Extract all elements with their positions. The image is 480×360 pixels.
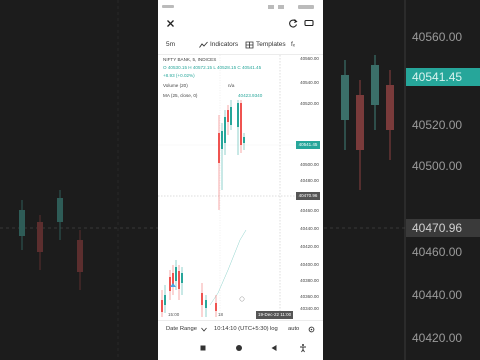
accessibility-icon[interactable] [298,343,308,353]
price-label: 40400.00 [300,262,319,267]
price-label: 40500.00 [300,162,319,167]
bg-crosshair-price-tag: 40470.96 [406,219,480,237]
auto-toggle[interactable]: auto [288,321,299,338]
indicators-button[interactable]: Indicators [210,40,238,50]
bg-price-label: 40520.00 [412,118,463,132]
app-bar [158,12,323,36]
legend-change: +8.93 (+0.02%) [163,73,195,78]
bg-price-label: 40420.00 [412,331,463,345]
templates-icon[interactable] [245,41,254,49]
price-label: 40460.00 [300,208,319,213]
chevron-down-icon[interactable] [201,327,207,332]
price-axis[interactable]: 40560.00 40540.00 40520.00 40541.45 4050… [296,55,323,317]
back-icon[interactable] [269,343,279,353]
phone-screen: 5m Indicators Templates fₓ NIFTY BANK, 5… [158,0,323,360]
refresh-icon[interactable] [288,18,298,28]
time-label: 15:00 [168,312,180,317]
price-label: 40480.00 [300,178,319,183]
price-label: 40360.00 [300,294,319,299]
fullscreen-icon[interactable] [304,18,314,28]
price-label: 40560.00 [300,56,319,61]
price-label: 40540.00 [300,80,319,85]
crosshair-price-tag: 40470.96 [296,192,320,200]
time-label: 18 [218,312,224,317]
legend-ohlc: O 40530.15 H 40572.15 L 40528.15 C 40541… [163,65,262,70]
cursor-icon [239,296,245,302]
price-label: 40420.00 [300,244,319,249]
status-bar [158,0,323,12]
upper-candles [218,100,245,210]
last-price-tag: 40541.45 [296,141,320,149]
chart-toolbar: 5m Indicators Templates fₓ [158,36,323,55]
close-icon[interactable] [166,19,175,28]
price-label: 40520.00 [300,101,319,106]
log-toggle[interactable]: log [270,321,278,338]
indicators-icon[interactable] [199,41,208,49]
time-axis[interactable]: 15:00 18 19-Dec-22 11:00 [158,311,323,319]
timezone-button[interactable]: 10:14:10 (UTC+5:30) [214,321,269,338]
legend-symbol[interactable]: NIFTY BANK, 5, INDICES [163,56,216,64]
home-icon[interactable] [234,343,244,353]
system-nav-bar [158,337,323,360]
legend-ma-label[interactable]: MA (25, close, 0) [163,92,197,100]
interval-selector[interactable]: 5m [166,40,175,50]
bg-price-label: 40560.00 [412,30,463,44]
templates-button[interactable]: Templates [256,40,286,50]
gear-icon[interactable] [308,326,315,333]
recents-icon[interactable] [198,343,208,353]
bg-price-label: 40500.00 [412,159,463,173]
function-button[interactable]: fₓ [291,40,295,50]
legend-volume-label[interactable]: Volume (20) [163,82,188,90]
legend-volume-value: n/a [228,83,235,88]
crosshair-time-tag: 19-Dec-22 11:00 [256,311,294,319]
price-label: 40380.00 [300,278,319,283]
bottom-bar: Date Range 10:14:10 (UTC+5:30) log auto [158,320,323,338]
price-label: 40440.00 [300,226,319,231]
bg-price-label: 40440.00 [412,288,463,302]
bg-price-label: 40460.00 [412,245,463,259]
lower-candles [161,260,217,317]
legend-ma-value: 40423.9340 [238,93,263,98]
ma-line [209,229,247,306]
date-range-button[interactable]: Date Range [166,321,197,338]
bg-last-price-tag: 40541.45 [406,68,480,86]
